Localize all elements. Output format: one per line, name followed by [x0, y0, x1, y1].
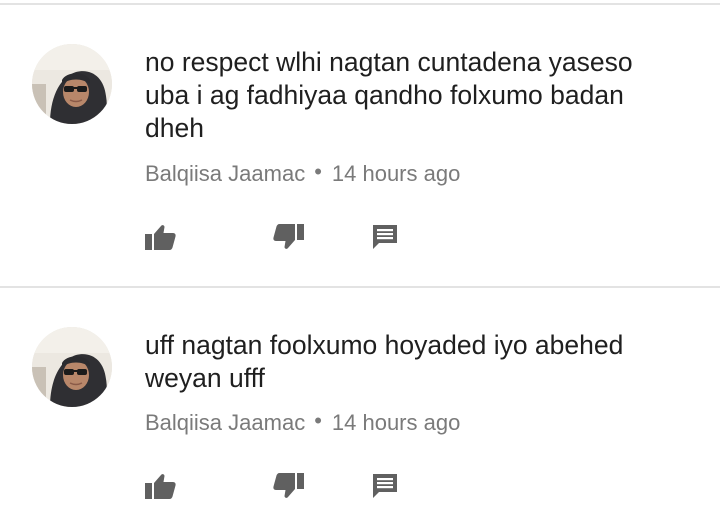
dislike-button[interactable]	[268, 219, 308, 259]
reply-button[interactable]	[365, 468, 405, 508]
comment-icon	[371, 472, 399, 505]
comment-meta: Balqiisa Jaamac • 14 hours ago	[145, 408, 461, 437]
like-button[interactable]	[141, 468, 181, 508]
comment-item: uff nagtan foolxumo hoyaded iyo abehed w…	[0, 288, 720, 526]
avatar[interactable]	[32, 327, 112, 407]
author-name[interactable]: Balqiisa Jaamac	[145, 161, 305, 186]
comment-meta: Balqiisa Jaamac • 14 hours ago	[145, 159, 461, 188]
comment-text: uff nagtan foolxumo hoyaded iyo abehed w…	[145, 330, 624, 393]
thumb-up-icon	[145, 223, 177, 256]
comment-actions	[0, 219, 720, 259]
like-button[interactable]	[141, 219, 181, 259]
comment-item: no respect wlhi nagtan cuntadena yaseso …	[0, 5, 720, 286]
avatar[interactable]	[32, 44, 112, 124]
comment-time: 14 hours ago	[331, 161, 461, 186]
thumb-up-icon	[145, 472, 177, 505]
dislike-button[interactable]	[268, 468, 308, 508]
meta-separator: •	[314, 159, 322, 184]
comment-icon	[371, 223, 399, 256]
meta-separator: •	[314, 408, 322, 433]
thumb-down-icon	[272, 223, 304, 256]
thumb-down-icon	[272, 472, 304, 505]
comment-time: 14 hours ago	[331, 410, 461, 435]
comment-actions	[0, 468, 720, 508]
reply-button[interactable]	[365, 219, 405, 259]
comment-text: no respect wlhi nagtan cuntadena yaseso …	[145, 47, 633, 143]
author-name[interactable]: Balqiisa Jaamac	[145, 410, 305, 435]
